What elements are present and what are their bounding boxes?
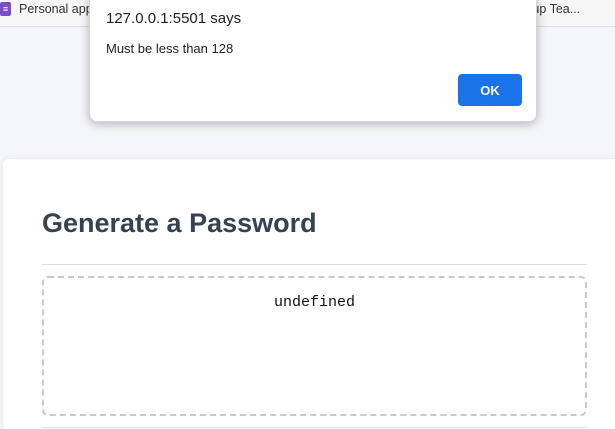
dialog-title: 127.0.0.1:5501 says — [106, 10, 242, 27]
dialog-message: Must be less than 128 — [106, 41, 234, 56]
password-output[interactable]: undefined — [42, 276, 587, 416]
bookmark-personal-apps[interactable]: Personal app — [19, 2, 93, 16]
app-icon: ≡ — [0, 2, 11, 16]
alert-dialog: 127.0.0.1:5501 says Must be less than 12… — [89, 0, 537, 122]
password-output-text: undefined — [273, 294, 355, 311]
password-card: Generate a Password undefined — [2, 158, 615, 429]
ok-button[interactable]: OK — [458, 74, 522, 106]
page-title: Generate a Password — [42, 208, 317, 238]
divider — [42, 264, 587, 265]
